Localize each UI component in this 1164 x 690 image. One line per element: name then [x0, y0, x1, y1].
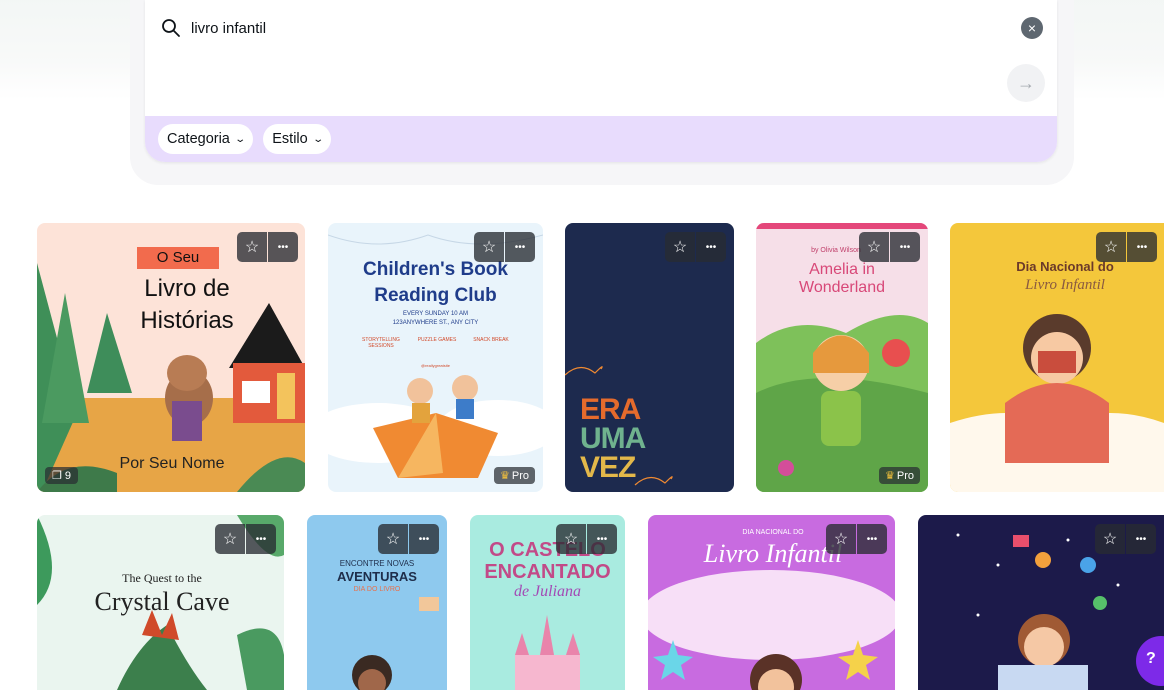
more-icon[interactable]: ••• — [890, 232, 920, 262]
star-icon[interactable]: ☆ — [665, 232, 695, 262]
card-title: Children's Book — [363, 259, 508, 280]
star-icon[interactable]: ☆ — [826, 524, 856, 554]
filter-categoria[interactable]: Categoria ⌄ — [158, 124, 254, 154]
submit-search-button[interactable]: → — [1007, 64, 1045, 102]
more-icon[interactable]: ••• — [268, 232, 298, 262]
page-count-badge: ❐ 9 — [45, 467, 79, 484]
card-actions: ☆ ••• — [378, 524, 439, 554]
more-icon[interactable]: ••• — [587, 524, 617, 554]
card-subtitle: DIA DO LIVRO — [353, 586, 401, 593]
filter-label: Categoria — [167, 131, 230, 147]
template-card[interactable]: Dia Nacional do Livro Infantil ☆ ••• — [950, 223, 1164, 492]
more-icon[interactable]: ••• — [696, 232, 726, 262]
card-item: STORYTELLING SESSIONS — [362, 337, 400, 349]
template-card[interactable]: The Quest to the Crystal Cave ☆ ••• — [37, 515, 284, 690]
template-card[interactable]: O CASTELO ENCANTADO de Juliana ☆ ••• — [470, 515, 625, 690]
star-icon[interactable]: ☆ — [1095, 524, 1125, 554]
star-icon[interactable]: ☆ — [237, 232, 267, 262]
pro-badge: ♛ Pro — [494, 467, 535, 484]
clear-search-button[interactable]: × — [1021, 17, 1043, 39]
card-title: ENCANTADO — [484, 561, 611, 583]
chevron-down-icon: ⌄ — [312, 133, 324, 145]
filter-estilo[interactable]: Estilo ⌄ — [263, 124, 332, 154]
template-card[interactable]: ☆ ••• — [918, 515, 1164, 690]
template-card[interactable]: O Seu Livro de Histórias Por Seu Nome ☆ … — [37, 223, 305, 492]
help-label: ? — [1146, 650, 1156, 667]
more-icon[interactable]: ••• — [857, 524, 887, 554]
chevron-down-icon: ⌄ — [234, 133, 246, 145]
card-title: O Seu — [137, 247, 219, 269]
search-panel: livro infantil × → Categoria ⌄ Estilo ⌄ — [145, 0, 1057, 162]
card-actions: ☆ ••• — [665, 232, 726, 262]
more-icon[interactable]: ••• — [409, 524, 439, 554]
crown-icon: ♛ — [885, 470, 895, 482]
background-left-thumb — [0, 0, 130, 100]
page-count: 9 — [64, 470, 72, 482]
template-card[interactable]: ENCONTRE NOVAS AVENTURAS DIA DO LIVRO ☆ … — [307, 515, 447, 690]
search-input[interactable]: livro infantil — [191, 20, 266, 37]
filter-label: Estilo — [272, 131, 308, 147]
card-title: ERA UMA VEZ — [580, 393, 646, 484]
card-title: Livro de — [144, 275, 230, 302]
card-actions: ☆ ••• — [474, 232, 535, 262]
star-icon[interactable]: ☆ — [859, 232, 889, 262]
card-actions: ☆ ••• — [556, 524, 617, 554]
card-title-line: VEZ — [580, 451, 636, 484]
card-title: Amelia in Wonderland — [799, 261, 885, 296]
more-icon[interactable]: ••• — [505, 232, 535, 262]
card-actions: ☆ ••• — [826, 524, 887, 554]
card-address: 123ANYWHERE ST., ANY CITY — [392, 320, 479, 326]
star-icon[interactable]: ☆ — [1096, 232, 1126, 262]
card-actions: ☆ ••• — [859, 232, 920, 262]
card-title: AVENTURAS — [337, 569, 417, 584]
card-actions: ☆ ••• — [1096, 232, 1157, 262]
card-item: SNACK BREAK — [473, 337, 509, 343]
card-title-line: ERA — [580, 393, 641, 426]
star-icon[interactable]: ☆ — [378, 524, 408, 554]
card-subtitle: EVERY SUNDAY 10 AM — [403, 311, 468, 317]
template-card[interactable]: ERA UMA VEZ ☆ ••• — [565, 223, 734, 492]
crown-icon: ♛ — [500, 470, 510, 482]
card-title-line: UMA — [580, 422, 646, 455]
card-actions: ☆ ••• — [237, 232, 298, 262]
card-title: de Juliana — [513, 583, 582, 600]
template-card[interactable]: DIA NACIONAL DO Livro Infantil ☆ ••• — [648, 515, 895, 690]
card-actions: ☆ ••• — [1095, 524, 1156, 554]
card-title: Histórias — [140, 307, 234, 334]
star-icon[interactable]: ☆ — [556, 524, 586, 554]
card-title: The Quest to the — [122, 571, 202, 585]
card-actions: ☆ ••• — [215, 524, 276, 554]
card-kicker: ENCONTRE NOVAS — [339, 559, 415, 568]
card-title: Livro Infantil — [1025, 277, 1105, 293]
search-row[interactable]: livro infantil — [161, 14, 1041, 42]
card-title: Crystal Cave — [94, 587, 230, 616]
more-icon[interactable]: ••• — [1127, 232, 1157, 262]
search-icon — [162, 19, 180, 37]
pro-label: Pro — [511, 470, 529, 482]
card-byline: Por Seu Nome — [119, 455, 225, 472]
more-icon[interactable]: ••• — [246, 524, 276, 554]
card-item: PUZZLE GAMES — [417, 337, 457, 343]
pro-badge: ♛ Pro — [879, 467, 920, 484]
more-icon[interactable]: ••• — [1126, 524, 1156, 554]
card-handle: @reallygreatsite — [421, 363, 450, 368]
template-card[interactable]: Children's Book Reading Club EVERY SUNDA… — [328, 223, 543, 492]
star-icon[interactable]: ☆ — [215, 524, 245, 554]
filter-bar: Categoria ⌄ Estilo ⌄ — [145, 116, 1057, 162]
card-title: Reading Club — [374, 285, 497, 306]
template-card[interactable]: by Olivia Wilson Amelia in Wonderland ☆ … — [756, 223, 928, 492]
star-icon[interactable]: ☆ — [474, 232, 504, 262]
pro-label: Pro — [896, 470, 914, 482]
